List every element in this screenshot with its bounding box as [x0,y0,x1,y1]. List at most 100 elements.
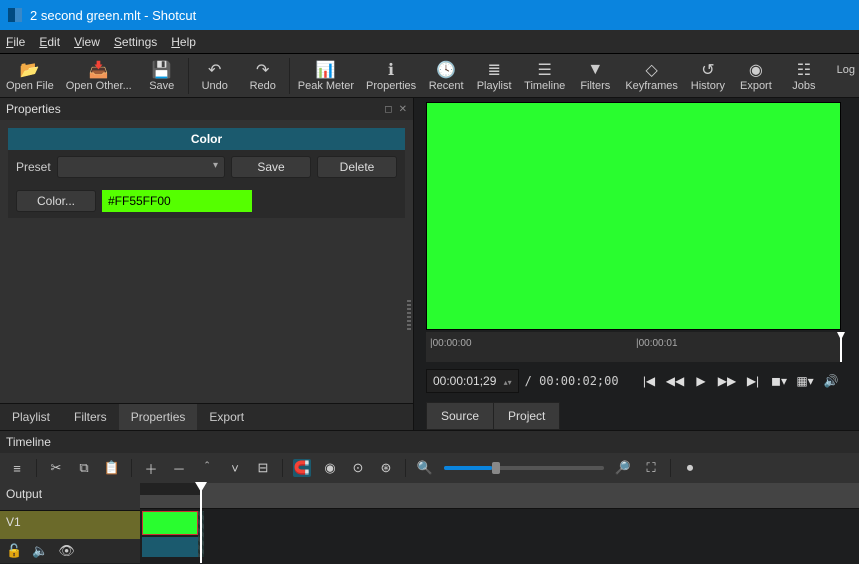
remove-icon[interactable]: － [170,459,188,477]
lift-icon[interactable]: ＾ [198,459,216,477]
copy-icon[interactable]: ⧉ [75,459,93,477]
jobs-button[interactable]: ☷Jobs [780,55,828,97]
menu-view[interactable]: View [74,35,100,49]
record-icon[interactable]: ⏺ [681,459,699,477]
ruler-cursor[interactable] [837,332,845,362]
list-icon: ≣ [487,60,500,80]
import-icon: 📥 [89,60,109,80]
append-icon[interactable]: ＋ [142,459,160,477]
timeline-clip[interactable] [142,511,198,535]
ruler-tick-1: |00:00:01 [636,338,678,349]
zoom-menu-icon[interactable]: ◼▾ [769,371,789,391]
tab-source[interactable]: Source [426,402,494,430]
mute-icon[interactable]: 🔈 [32,543,48,559]
preview-ruler[interactable]: |00:00:00 |00:00:01 [426,332,841,362]
snap-icon[interactable]: 🧲 [293,459,311,477]
close-panel-icon[interactable]: ✕ [399,104,407,115]
funnel-icon: ▼ [587,60,603,80]
keyframe-icon: ◇ [645,60,657,80]
zoom-fit-icon[interactable]: ⛶ [642,459,660,477]
menu-edit[interactable]: Edit [39,35,60,49]
menu-help[interactable]: Help [171,35,196,49]
lock-icon[interactable]: 🔓 [6,543,22,559]
tab-project[interactable]: Project [494,402,560,430]
rewind-icon[interactable]: ◀◀ [665,371,685,391]
zoom-slider[interactable] [444,466,604,470]
properties-button[interactable]: ℹProperties [360,55,422,97]
ripple-icon[interactable]: ⊙ [349,459,367,477]
menu-settings[interactable]: Settings [114,35,157,49]
menu-file[interactable]: File [6,35,25,49]
scrub-icon[interactable]: ◉ [321,459,339,477]
app-icon [8,8,22,22]
recent-button[interactable]: 🕓Recent [422,55,470,97]
grid-menu-icon[interactable]: ▦▾ [795,371,815,391]
tab-export[interactable]: Export [197,404,256,430]
preset-label: Preset [16,160,51,174]
timeline-body[interactable] [140,483,859,563]
timeline-menu-icon[interactable]: ≡ [8,459,26,477]
redo-icon: ↷ [256,60,269,80]
skip-end-icon[interactable]: ▶| [743,371,763,391]
timeline-clip-audio[interactable] [142,537,198,557]
save-button[interactable]: 💾Save [138,55,186,97]
play-icon[interactable]: ▶ [691,371,711,391]
preset-delete-button[interactable]: Delete [317,156,397,178]
duration-label: / 00:00:02;00 [525,374,619,388]
color-value: #FF55FF00 [108,194,171,208]
forward-icon[interactable]: ▶▶ [717,371,737,391]
tab-playlist[interactable]: Playlist [0,404,62,430]
undock-icon[interactable]: ◻ [384,104,392,115]
history-button[interactable]: ↺History [684,55,732,97]
video-preview[interactable] [426,102,841,330]
skip-start-icon[interactable]: |◀ [639,371,659,391]
preview-panel: |00:00:00 |00:00:01 00:00:01;29 ▴▾ / 00:… [414,98,859,430]
open-file-button[interactable]: 📂Open File [0,55,60,97]
timeline-button[interactable]: ☰Timeline [518,55,571,97]
split-icon[interactable]: ⊟ [254,459,272,477]
keyframes-button[interactable]: ◇Keyframes [619,55,684,97]
tab-filters[interactable]: Filters [62,404,119,430]
peak-meter-button[interactable]: 📊Peak Meter [292,55,360,97]
undo-button[interactable]: ↶Undo [191,55,239,97]
timeline-title: Timeline [0,431,859,453]
volume-icon[interactable]: 🔊 [821,371,841,391]
export-icon: ◉ [749,60,763,80]
playlist-button[interactable]: ≣Playlist [470,55,518,97]
timeline-toolbar: ≡ ✂ ⧉ 📋 ＋ － ＾ ˅ ⊟ 🧲 ◉ ⊙ ⊛ 🔍 🔎 ⛶ ⏺ [0,453,859,483]
timeline-playhead[interactable] [200,483,202,563]
source-project-tabs: Source Project [426,402,841,430]
zoom-in-icon[interactable]: 🔎 [614,459,632,477]
ripple-all-icon[interactable]: ⊛ [377,459,395,477]
left-panel-tabs: Playlist Filters Properties Export [0,403,413,430]
clock-icon: 🕓 [436,60,456,80]
output-track-label[interactable]: Output [0,483,140,511]
paste-icon[interactable]: 📋 [103,459,121,477]
preset-combo[interactable] [57,156,225,178]
cut-icon[interactable]: ✂ [47,459,65,477]
tab-properties[interactable]: Properties [119,404,198,430]
preset-save-button[interactable]: Save [231,156,311,178]
zoom-out-icon[interactable]: 🔍 [416,459,434,477]
track-v1-label[interactable]: V1 [0,511,140,539]
menubar: File Edit View Settings Help [0,30,859,54]
log-button[interactable]: Log [837,64,855,76]
color-picker-button[interactable]: Color... [16,190,96,212]
ruler-tick-0: |00:00:00 [430,338,472,349]
overwrite-icon[interactable]: ˅ [226,459,244,477]
window-title: 2 second green.mlt - Shotcut [30,8,196,23]
filters-button[interactable]: ▼Filters [571,55,619,97]
timecode-field[interactable]: 00:00:01;29 ▴▾ [426,369,519,393]
transport-bar: 00:00:01;29 ▴▾ / 00:00:02;00 |◀ ◀◀ ▶ ▶▶ … [426,366,841,396]
redo-button[interactable]: ↷Redo [239,55,287,97]
export-button[interactable]: ◉Export [732,55,780,97]
titlebar: 2 second green.mlt - Shotcut [0,0,859,30]
resize-handle[interactable] [407,300,411,330]
color-swatch[interactable]: #FF55FF00 [102,190,252,212]
folder-open-icon: 📂 [20,60,40,80]
meter-icon: 📊 [316,60,336,80]
hide-icon[interactable]: 👁 [58,543,75,559]
main-toolbar: 📂Open File 📥Open Other... 💾Save ↶Undo ↷R… [0,54,859,98]
timeline-ruler[interactable] [140,483,859,509]
open-other-button[interactable]: 📥Open Other... [60,55,138,97]
